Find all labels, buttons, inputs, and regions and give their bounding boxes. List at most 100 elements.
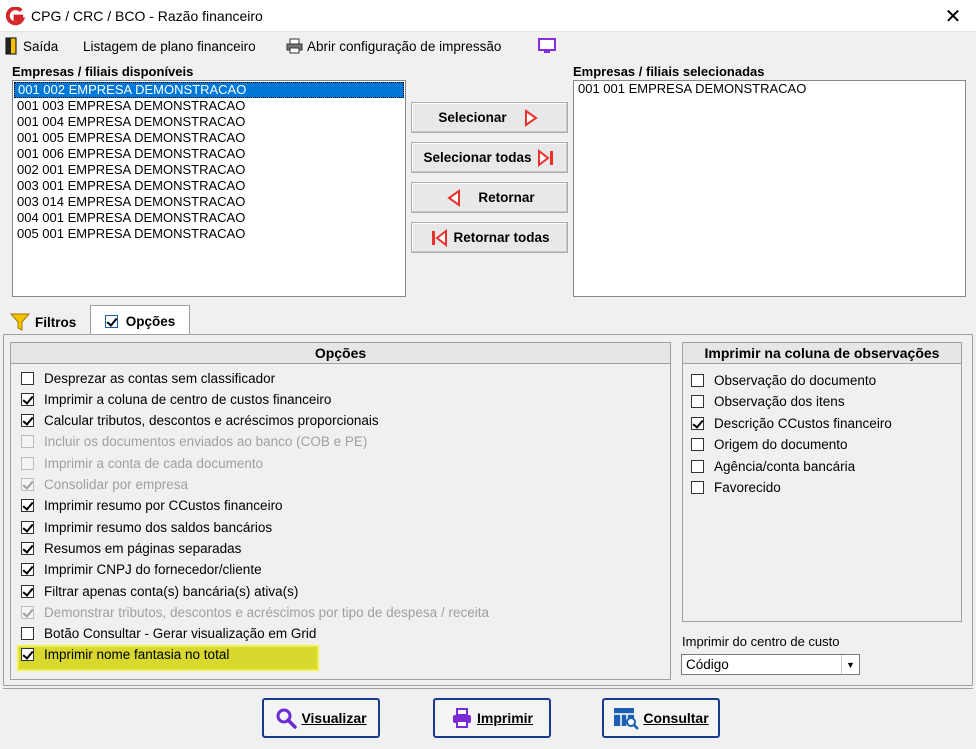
list-item[interactable]: 003 001 EMPRESA DEMONSTRACAO (13, 178, 405, 194)
option-checkbox[interactable]: Imprimir resumo dos saldos bancários (21, 517, 272, 537)
available-label: Empresas / filiais disponíveis (12, 64, 194, 79)
checkbox-icon (21, 541, 34, 555)
menu-screen[interactable] (537, 36, 561, 56)
magnifier-icon (276, 708, 298, 729)
observation-checkbox[interactable]: Origem do documento (691, 435, 848, 455)
close-button[interactable]: ✕ (930, 0, 976, 32)
option-label: Imprimir nome fantasia no total (44, 647, 230, 663)
option-checkbox[interactable]: Imprimir CNPJ do fornecedor/cliente (21, 560, 262, 580)
menu-bar: Saída Listagem de plano financeiro Abrir… (0, 32, 976, 58)
option-label: Imprimir resumo dos saldos bancários (44, 519, 273, 535)
return-button[interactable]: Retornar (411, 182, 568, 213)
checkbox-icon (691, 481, 704, 494)
observation-label: Agência/conta bancária (714, 458, 856, 474)
option-label: Calcular tributos, descontos e acréscimo… (44, 413, 379, 429)
printer-icon (452, 708, 471, 728)
observation-label: Descrição CCustos financeiro (714, 415, 892, 431)
option-label: Incluir os documentos enviados ao banco … (44, 434, 368, 450)
grid-search-icon (614, 708, 640, 730)
checkbox-icon (21, 414, 34, 428)
observations-header: Imprimir na coluna de observações (682, 342, 962, 364)
checkbox-icon (21, 563, 34, 577)
consult-button[interactable]: Consultar (602, 698, 720, 738)
option-label: Botão Consultar - Gerar visualização em … (44, 626, 317, 642)
funnel-icon (10, 313, 30, 331)
option-checkbox[interactable]: Desprezar as contas sem classificador (21, 368, 275, 388)
arrow-right-end-icon (537, 148, 553, 167)
observation-label: Observação dos itens (714, 394, 845, 409)
selected-list[interactable]: 001 001 EMPRESA DEMONSTRACAO (573, 80, 966, 297)
option-checkbox[interactable]: Imprimir a coluna de centro de custos fi… (21, 389, 331, 409)
menu-listing[interactable]: Listagem de plano financeiro (83, 36, 256, 56)
list-item[interactable]: 001 001 EMPRESA DEMONSTRACAO (574, 81, 965, 97)
print-button[interactable]: Imprimir (433, 698, 551, 738)
option-checkbox[interactable]: Resumos em páginas separadas (21, 538, 241, 558)
checkbox-icon (21, 520, 34, 534)
arrow-right-icon (524, 108, 538, 127)
list-item[interactable]: 001 004 EMPRESA DEMONSTRACAO (13, 114, 405, 130)
tab-options[interactable]: Opções (90, 305, 190, 336)
observation-checkbox[interactable]: Observação dos itens (691, 392, 845, 412)
arrow-left-icon (447, 188, 461, 207)
list-item[interactable]: 004 001 EMPRESA DEMONSTRACAO (13, 210, 405, 226)
option-label: Imprimir a conta de cada documento (44, 455, 264, 471)
option-label: Imprimir a coluna de centro de custos fi… (44, 391, 332, 407)
checkbox-icon (21, 371, 34, 385)
observation-checkbox[interactable]: Descrição CCustos financeiro (691, 413, 892, 433)
checkbox-icon (21, 648, 34, 662)
option-checkbox[interactable]: Imprimir resumo por CCustos financeiro (21, 496, 283, 516)
checkbox-icon (691, 373, 704, 387)
return-all-button[interactable]: Retornar todas (411, 222, 568, 253)
option-checkbox: Demonstrar tributos, descontos e acrésci… (21, 602, 489, 622)
option-checkbox: Incluir os documentos enviados ao banco … (21, 432, 367, 452)
observation-checkbox[interactable]: Observação do documento (691, 370, 876, 390)
available-list[interactable]: 001 002 EMPRESA DEMONSTRACAO 001 003 EMPR… (12, 80, 406, 297)
app-logo-icon (6, 7, 25, 26)
list-item[interactable]: 005 001 EMPRESA DEMONSTRACAO (13, 226, 405, 242)
arrow-left-end-icon (432, 228, 448, 247)
list-item[interactable]: 001 003 EMPRESA DEMONSTRACAO (13, 98, 405, 114)
window-title: CPG / CRC / BCO - Razão financeiro (31, 8, 263, 24)
observation-checkbox[interactable]: Favorecido (691, 478, 781, 498)
cost-center-label: Imprimir do centro de custo (682, 634, 840, 649)
tab-filters[interactable]: Filtros (10, 309, 90, 335)
cost-center-select[interactable]: Código ▼ (681, 654, 860, 675)
option-checkbox[interactable]: Calcular tributos, descontos e acréscimo… (21, 411, 379, 431)
option-label: Imprimir resumo por CCustos financeiro (44, 498, 283, 514)
list-item[interactable]: 001 002 EMPRESA DEMONSTRACAO (14, 82, 404, 98)
observation-label: Origem do documento (714, 437, 848, 452)
menu-exit[interactable]: Saída (5, 36, 58, 56)
checkbox-icon (21, 584, 34, 598)
observation-checkbox[interactable]: Agência/conta bancária (691, 456, 855, 476)
checkbox-icon (21, 478, 34, 491)
select-all-button[interactable]: Selecionar todas (411, 142, 568, 173)
option-checkbox[interactable]: Filtrar apenas conta(s) bancária(s) ativ… (21, 581, 298, 601)
option-label: Resumos em páginas separadas (44, 540, 242, 556)
view-button[interactable]: Visualizar (262, 698, 380, 738)
title-bar: CPG / CRC / BCO - Razão financeiro ✕ (0, 0, 976, 32)
list-item[interactable]: 001 005 EMPRESA DEMONSTRACAO (13, 130, 405, 146)
list-item[interactable]: 001 006 EMPRESA DEMONSTRACAO (13, 146, 405, 162)
option-checkbox: Imprimir a conta de cada documento (21, 453, 263, 473)
option-label: Imprimir CNPJ do fornecedor/cliente (44, 562, 262, 578)
option-checkbox[interactable]: Botão Consultar - Gerar visualização em … (21, 624, 316, 644)
checkbox-icon (21, 627, 34, 641)
monitor-icon (538, 38, 556, 53)
checkbox-icon (691, 416, 704, 430)
observation-label: Favorecido (714, 480, 781, 495)
list-item[interactable]: 003 014 EMPRESA DEMONSTRACAO (13, 194, 405, 210)
list-item[interactable]: 002 001 EMPRESA DEMONSTRACAO (13, 162, 405, 178)
check-icon (104, 314, 118, 328)
close-icon: ✕ (944, 5, 962, 28)
checkbox-icon (691, 395, 704, 408)
chevron-down-icon: ▼ (841, 655, 859, 674)
exit-door-icon (5, 37, 17, 55)
checkbox-icon (21, 392, 34, 406)
checkbox-icon (691, 438, 704, 451)
checkbox-icon (21, 456, 34, 470)
checkbox-icon (21, 499, 34, 513)
observation-label: Observação do documento (714, 372, 877, 388)
select-button[interactable]: Selecionar (411, 102, 568, 133)
menu-print-config[interactable]: Abrir configuração de impressão (286, 36, 501, 56)
option-checkbox[interactable]: Imprimir nome fantasia no total (21, 645, 229, 665)
